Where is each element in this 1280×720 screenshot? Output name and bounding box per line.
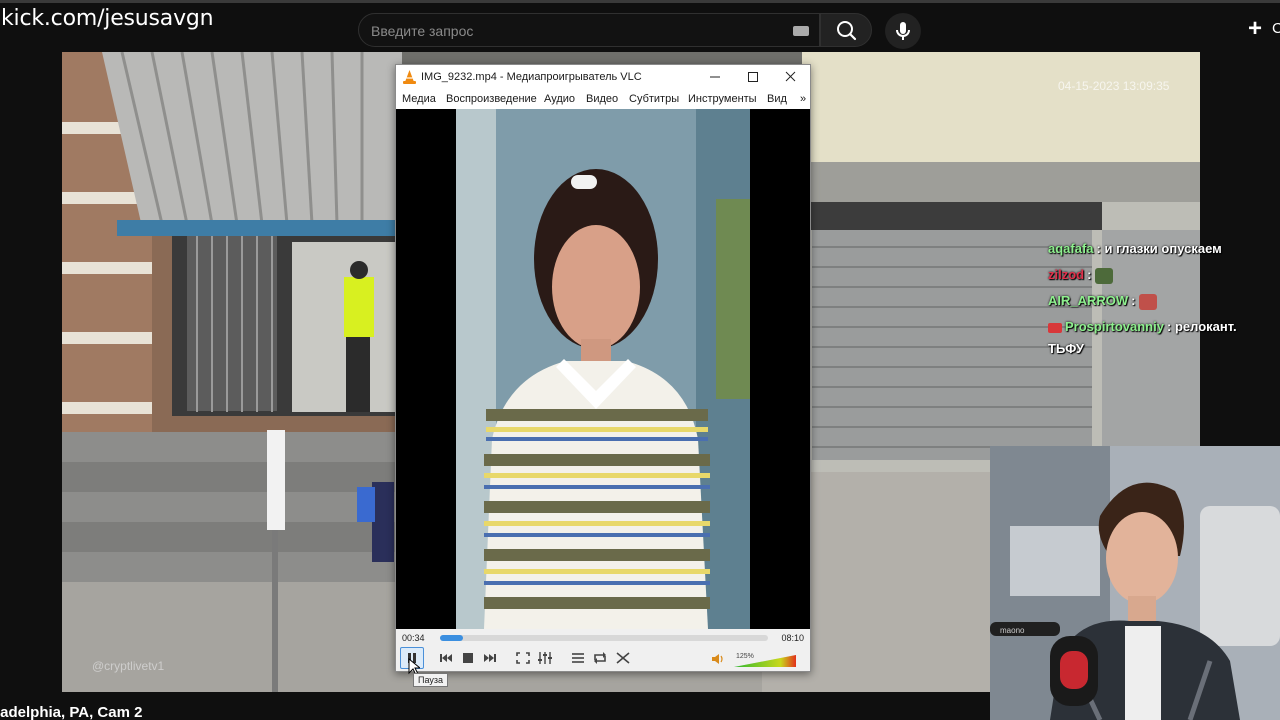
mute-button[interactable]	[710, 651, 726, 669]
playlist-icon	[572, 653, 584, 663]
chat-text: ТЬФУ	[1048, 341, 1084, 356]
minimize-button[interactable]	[696, 65, 734, 89]
fullscreen-button[interactable]	[513, 649, 533, 667]
chat-text: и глазки опускаем	[1104, 241, 1222, 256]
maximize-icon	[748, 72, 758, 82]
seek-progress	[440, 635, 463, 641]
pause-tooltip: Пауза	[413, 673, 449, 687]
chat-message: Prospirtovanniy: релокант.	[1048, 319, 1237, 334]
menu-media[interactable]: Медиа	[402, 93, 436, 105]
fullscreen-icon	[516, 652, 530, 664]
previous-icon	[440, 654, 452, 662]
vlc-menu-bar: Медиа Воспроизведение Аудио Видео Субтит…	[396, 91, 810, 109]
channel-url[interactable]: kick.com/jesusavgn	[1, 6, 214, 31]
playlist-button[interactable]	[568, 649, 588, 667]
menu-view[interactable]: Вид	[767, 93, 787, 105]
create-button[interactable]: + С	[1242, 15, 1280, 45]
time-total: 08:10	[781, 633, 804, 643]
voice-search-button[interactable]	[885, 13, 921, 49]
plus-icon: +	[1248, 15, 1263, 42]
chat-username[interactable]: aqafafa	[1048, 241, 1094, 256]
close-button[interactable]	[772, 65, 810, 89]
menu-more[interactable]: »	[800, 93, 806, 105]
vlc-video-area[interactable]	[396, 109, 810, 629]
menu-playback[interactable]: Воспроизведение	[446, 93, 537, 105]
vlc-controls: 00:34 08:10 125%	[396, 629, 810, 671]
chat-message: aqafafa: и глазки опускаем	[1048, 241, 1222, 256]
vlc-title-bar[interactable]: IMG_9232.mp4 - Медиапроигрыватель VLC	[396, 65, 810, 91]
previous-button[interactable]	[436, 649, 456, 667]
menu-tools[interactable]: Инструменты	[688, 93, 757, 105]
microphone-icon	[896, 22, 910, 40]
vlc-cone-icon	[403, 70, 416, 84]
shuffle-button[interactable]	[613, 649, 633, 667]
shuffle-icon	[616, 652, 630, 664]
chat-message: zilzod:	[1048, 267, 1114, 284]
next-icon	[484, 654, 496, 662]
extended-settings-button[interactable]	[535, 649, 555, 667]
maximize-button[interactable]	[734, 65, 772, 89]
loop-button[interactable]	[590, 649, 610, 667]
chat-username[interactable]: AIR_ARROW	[1048, 293, 1128, 308]
user-badge-icon	[1048, 322, 1062, 333]
chat-message: AIR_ARROW:	[1048, 293, 1158, 310]
chat-message: ТЬФУ	[1048, 341, 1084, 356]
loop-icon	[594, 652, 606, 664]
cam-watermark: @cryptlive​tv1	[92, 659, 165, 673]
chat-text: релокант.	[1174, 319, 1237, 334]
next-button[interactable]	[480, 649, 500, 667]
time-current: 00:34	[402, 633, 425, 643]
face-emote-icon	[1139, 293, 1158, 310]
volume-slider[interactable]	[734, 655, 796, 667]
search-box[interactable]	[358, 13, 820, 47]
search-button[interactable]	[820, 13, 872, 47]
vlc-video-frame	[456, 109, 750, 629]
menu-subtitles[interactable]: Субтитры	[629, 93, 679, 105]
stream-title: ladelphia, PA, Cam 2	[0, 704, 143, 720]
search-input[interactable]	[371, 20, 771, 42]
vlc-window[interactable]: IMG_9232.mp4 - Медиапроигрыватель VLC Ме…	[395, 64, 811, 672]
equalizer-icon	[538, 652, 552, 664]
menu-video[interactable]: Видео	[586, 93, 618, 105]
stop-icon	[463, 653, 473, 663]
keyboard-icon[interactable]	[793, 26, 809, 36]
chat-username[interactable]: zilzod	[1048, 267, 1084, 282]
stop-button[interactable]	[458, 649, 478, 667]
top-bar: kick.com/jesusavgn + С	[0, 0, 1280, 52]
menu-audio[interactable]: Аудио	[544, 93, 575, 105]
cam-timestamp: 04-15-2023 13:09:35	[1058, 79, 1170, 93]
close-icon	[785, 71, 796, 82]
seek-bar[interactable]	[440, 635, 768, 641]
vlc-title: IMG_9232.mp4 - Медиапроигрыватель VLC	[421, 71, 642, 83]
mic-brand: maono	[1000, 626, 1025, 635]
chat-username[interactable]: Prospirtovanniy	[1065, 319, 1164, 334]
streamer-webcam: maono	[990, 446, 1280, 720]
webcam-frame: maono	[990, 446, 1280, 720]
minimize-icon	[710, 76, 720, 78]
speaker-icon	[712, 654, 723, 664]
stream-page: kick.com/jesusavgn + С	[0, 0, 1280, 720]
search-icon	[837, 21, 857, 41]
pepe-emote-icon	[1095, 267, 1114, 284]
